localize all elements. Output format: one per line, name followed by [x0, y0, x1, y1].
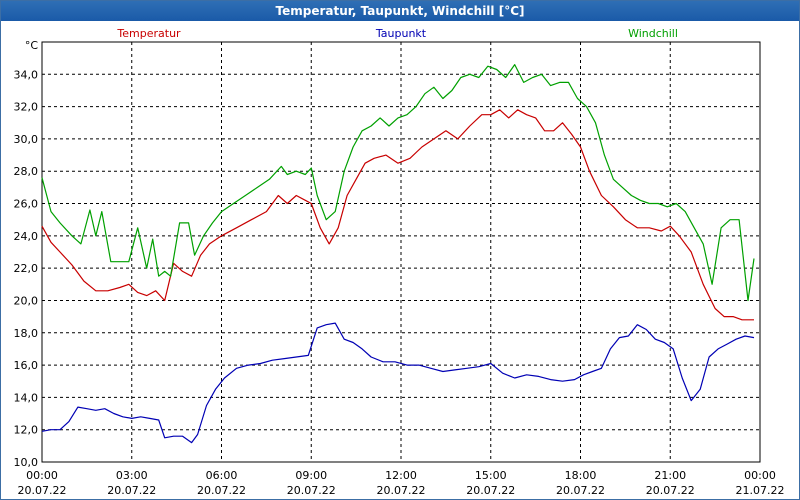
x-tick-time: 09:00	[295, 469, 327, 482]
x-tick-date: 20.07.22	[646, 484, 695, 497]
y-tick-label: 22,0	[14, 262, 39, 275]
x-tick-date: 20.07.22	[197, 484, 246, 497]
x-tick-time: 18:00	[565, 469, 597, 482]
y-tick-label: 18,0	[14, 327, 39, 340]
x-tick-date: 21.07.22	[736, 484, 785, 497]
x-tick-time: 06:00	[206, 469, 238, 482]
y-tick-label: 10,0	[14, 456, 39, 469]
x-tick-time: 00:00	[744, 469, 776, 482]
x-tick-date: 20.07.22	[556, 484, 605, 497]
y-axis-unit: °C	[25, 39, 39, 52]
y-tick-label: 14,0	[14, 391, 39, 404]
x-tick-time: 21:00	[654, 469, 686, 482]
legend-temperatur: Temperatur	[116, 27, 181, 40]
chart-window: Temperatur, Taupunkt, Windchill [°C] 10,…	[0, 0, 800, 500]
legend-taupunkt: Taupunkt	[375, 27, 427, 40]
y-tick-label: 24,0	[14, 230, 39, 243]
y-tick-label: 30,0	[14, 133, 39, 146]
y-tick-label: 28,0	[14, 165, 39, 178]
chart-title: Temperatur, Taupunkt, Windchill [°C]	[1, 1, 799, 21]
chart-canvas: 10,0 12,0 14,0 16,0 18,0 20,0 22,0 24,0 26,0 28,0…	[14, 27, 785, 497]
x-tick-time: 15:00	[475, 469, 507, 482]
y-tick-label: 20,0	[14, 294, 39, 307]
y-tick-label: 32,0	[14, 101, 39, 114]
x-tick-date: 20.07.22	[287, 484, 336, 497]
y-tick-label: 12,0	[14, 424, 39, 437]
x-tick-date: 20.07.22	[377, 484, 426, 497]
x-tick-time: 03:00	[116, 469, 148, 482]
x-tick-date: 20.07.22	[107, 484, 156, 497]
legend-windchill: Windchill	[628, 27, 678, 40]
x-tick-time: 00:00	[26, 469, 58, 482]
y-tick-label: 16,0	[14, 359, 39, 372]
x-tick-date: 20.07.22	[466, 484, 515, 497]
x-tick-time: 12:00	[385, 469, 417, 482]
y-tick-label: 34,0	[14, 68, 39, 81]
x-tick-date: 20.07.22	[18, 484, 67, 497]
y-tick-label: 26,0	[14, 198, 39, 211]
